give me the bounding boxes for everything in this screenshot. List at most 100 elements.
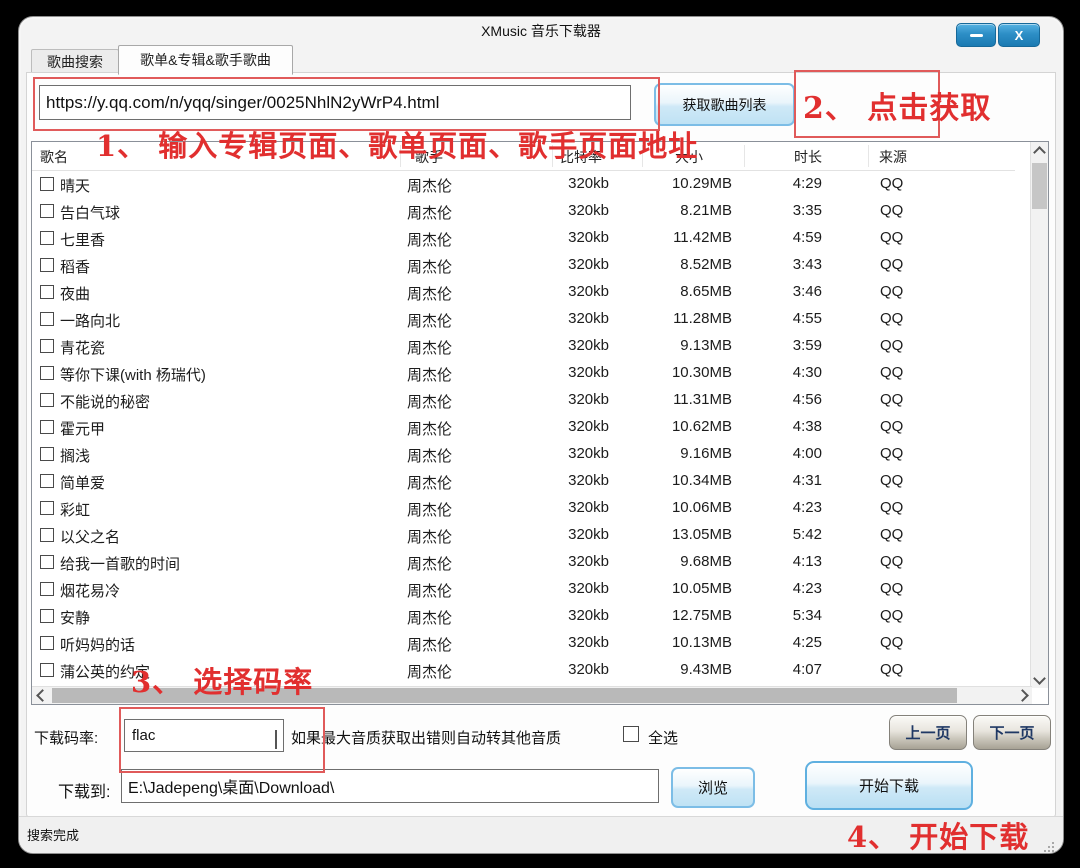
song-name: 晴天	[60, 175, 90, 196]
song-checkbox[interactable]	[40, 528, 54, 542]
song-source: QQ	[880, 580, 903, 597]
resize-grip-icon[interactable]	[1052, 842, 1054, 844]
table-row[interactable]: 七里香 周杰伦 320kb 11.42MB 4:59 QQ	[32, 226, 1015, 253]
song-source: QQ	[880, 553, 903, 570]
table-row[interactable]: 等你下课(with 杨瑞代) 周杰伦 320kb 10.30MB 4:30 QQ	[32, 361, 1015, 388]
table-row[interactable]: 简单爱 周杰伦 320kb 10.34MB 4:31 QQ	[32, 469, 1015, 496]
scroll-left-button[interactable]	[32, 687, 49, 704]
song-checkbox[interactable]	[40, 177, 54, 191]
table-row[interactable]: 搁浅 周杰伦 320kb 9.16MB 4:00 QQ	[32, 442, 1015, 469]
vertical-scrollbar[interactable]	[1030, 142, 1048, 688]
table-row[interactable]: 不能说的秘密 周杰伦 320kb 11.31MB 4:56 QQ	[32, 388, 1015, 415]
song-bitrate: 320kb	[532, 472, 609, 489]
table-row[interactable]: 以父之名 周杰伦 320kb 13.05MB 5:42 QQ	[32, 523, 1015, 550]
song-size: 10.13MB	[622, 634, 732, 651]
song-duration: 5:34	[752, 607, 822, 624]
song-checkbox[interactable]	[40, 501, 54, 515]
song-list: 歌名 歌手 比特率 大小 时长 来源 晴天 周杰伦 320kb 10.29MB …	[31, 141, 1049, 705]
song-checkbox[interactable]	[40, 636, 54, 650]
column-header-source[interactable]: 来源	[879, 147, 907, 167]
song-checkbox[interactable]	[40, 447, 54, 461]
download-path-input[interactable]	[121, 769, 659, 803]
song-name: 不能说的秘密	[60, 391, 150, 412]
table-row[interactable]: 一路向北 周杰伦 320kb 11.28MB 4:55 QQ	[32, 307, 1015, 334]
song-bitrate: 320kb	[532, 202, 609, 219]
song-duration: 4:59	[752, 229, 822, 246]
table-row[interactable]: 告白气球 周杰伦 320kb 8.21MB 3:35 QQ	[32, 199, 1015, 226]
app-window: XMusic 音乐下载器 X 歌曲搜索 歌单&专辑&歌手歌曲 获取歌曲列表 1、…	[18, 16, 1064, 854]
table-row[interactable]: 青花瓷 周杰伦 320kb 9.13MB 3:59 QQ	[32, 334, 1015, 361]
song-duration: 4:31	[752, 472, 822, 489]
close-button[interactable]: X	[998, 23, 1040, 47]
song-name: 彩虹	[60, 499, 90, 520]
start-download-button[interactable]: 开始下载	[805, 761, 973, 810]
song-bitrate: 320kb	[532, 661, 609, 678]
fetch-song-list-button[interactable]: 获取歌曲列表	[654, 83, 795, 126]
song-checkbox[interactable]	[40, 582, 54, 596]
table-row[interactable]: 安静 周杰伦 320kb 12.75MB 5:34 QQ	[32, 604, 1015, 631]
song-artist: 周杰伦	[407, 580, 452, 601]
song-source: QQ	[880, 634, 903, 651]
table-row[interactable]: 彩虹 周杰伦 320kb 10.06MB 4:23 QQ	[32, 496, 1015, 523]
column-header-duration[interactable]: 时长	[794, 147, 822, 167]
song-source: QQ	[880, 310, 903, 327]
song-artist: 周杰伦	[407, 256, 452, 277]
bitrate-select[interactable]: flac	[124, 719, 284, 752]
table-row[interactable]: 给我一首歌的时间 周杰伦 320kb 9.68MB 4:13 QQ	[32, 550, 1015, 577]
song-checkbox[interactable]	[40, 474, 54, 488]
minimize-button[interactable]	[956, 23, 996, 47]
song-duration: 4:00	[752, 445, 822, 462]
song-bitrate: 320kb	[532, 634, 609, 651]
scroll-down-button[interactable]	[1031, 671, 1048, 688]
table-row[interactable]: 霍元甲 周杰伦 320kb 10.62MB 4:38 QQ	[32, 415, 1015, 442]
song-duration: 3:35	[752, 202, 822, 219]
song-checkbox[interactable]	[40, 663, 54, 677]
previous-page-button[interactable]: 上一页	[889, 715, 967, 750]
column-header-name[interactable]: 歌名	[40, 147, 68, 167]
select-all-checkbox[interactable]	[623, 726, 639, 742]
song-duration: 4:55	[752, 310, 822, 327]
table-row[interactable]: 听妈妈的话 周杰伦 320kb 10.13MB 4:25 QQ	[32, 631, 1015, 658]
song-bitrate: 320kb	[532, 418, 609, 435]
song-bitrate: 320kb	[532, 337, 609, 354]
song-checkbox[interactable]	[40, 366, 54, 380]
song-checkbox[interactable]	[40, 555, 54, 569]
song-duration: 4:23	[752, 580, 822, 597]
song-artist: 周杰伦	[407, 634, 452, 655]
next-page-button[interactable]: 下一页	[973, 715, 1051, 750]
song-source: QQ	[880, 202, 903, 219]
song-bitrate: 320kb	[532, 580, 609, 597]
status-text: 搜索完成	[27, 825, 79, 844]
browse-button[interactable]: 浏览	[671, 767, 755, 808]
table-row[interactable]: 稻香 周杰伦 320kb 8.52MB 3:43 QQ	[32, 253, 1015, 280]
song-checkbox[interactable]	[40, 258, 54, 272]
column-separator	[868, 145, 869, 167]
url-input[interactable]	[39, 85, 631, 120]
song-checkbox[interactable]	[40, 204, 54, 218]
song-list-body: 晴天 周杰伦 320kb 10.29MB 4:29 QQ 告白气球 周杰伦 32…	[32, 172, 1015, 685]
select-all-label: 全选	[648, 727, 678, 748]
table-row[interactable]: 夜曲 周杰伦 320kb 8.65MB 3:46 QQ	[32, 280, 1015, 307]
song-size: 8.52MB	[622, 256, 732, 273]
scroll-right-button[interactable]	[1015, 687, 1032, 704]
song-checkbox[interactable]	[40, 393, 54, 407]
song-size: 9.13MB	[622, 337, 732, 354]
song-source: QQ	[880, 391, 903, 408]
song-duration: 4:38	[752, 418, 822, 435]
song-checkbox[interactable]	[40, 609, 54, 623]
scroll-up-button[interactable]	[1031, 142, 1048, 159]
song-artist: 周杰伦	[407, 310, 452, 331]
table-row[interactable]: 晴天 周杰伦 320kb 10.29MB 4:29 QQ	[32, 172, 1015, 199]
tab-song-search[interactable]: 歌曲搜索	[31, 49, 119, 73]
song-checkbox[interactable]	[40, 312, 54, 326]
tab-playlist-album-singer[interactable]: 歌单&专辑&歌手歌曲	[118, 45, 293, 75]
song-checkbox[interactable]	[40, 285, 54, 299]
song-duration: 4:07	[752, 661, 822, 678]
vertical-scroll-thumb[interactable]	[1032, 163, 1047, 209]
annotation-step4: 4、 开始下载	[847, 814, 1029, 856]
song-checkbox[interactable]	[40, 231, 54, 245]
chevron-down-icon	[1033, 672, 1046, 685]
table-row[interactable]: 烟花易冷 周杰伦 320kb 10.05MB 4:23 QQ	[32, 577, 1015, 604]
song-checkbox[interactable]	[40, 420, 54, 434]
song-checkbox[interactable]	[40, 339, 54, 353]
